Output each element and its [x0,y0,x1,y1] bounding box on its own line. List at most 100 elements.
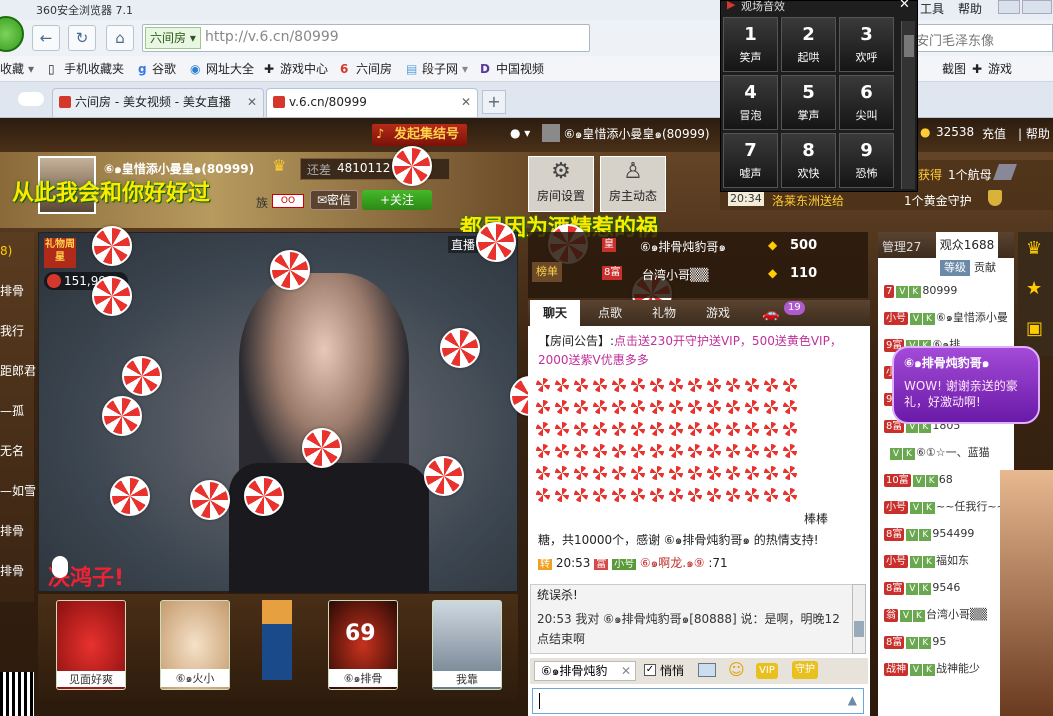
search-input[interactable]: 天安门毛泽东像 [900,24,1053,52]
audience-row[interactable]: V K ⑥①☆一、蓝猫 [884,444,1010,462]
microphone-icon[interactable] [52,556,68,578]
close-icon[interactable]: ✕ [899,0,910,12]
rank-name[interactable]: 台湾小哥▒▒ [642,266,708,283]
audience-row[interactable]: 8富 V K 95 [884,633,1010,651]
audience-row[interactable]: 10富 V K 68 [884,471,1010,489]
chevron-up-icon[interactable]: ▲ [848,693,857,707]
audience-row[interactable]: 8富 V K 954499 [884,525,1010,543]
new-tab-button[interactable]: + [482,90,506,114]
audience-row[interactable]: 7 V K 80999 [884,282,1010,300]
close-icon[interactable]: ✕ [461,89,471,116]
sound-key-3[interactable]: 3 欢呼 [839,17,894,72]
bookmark-google[interactable]: 谷歌 [152,61,176,77]
emoji-icon[interactable]: ☺ [728,660,745,679]
tab-admins[interactable]: 管理27 [882,238,921,255]
left-list-item[interactable]: 排骨 [0,282,24,299]
menu-help[interactable]: 帮助 [958,0,982,17]
bookmark-jokes[interactable]: 段子网 [422,61,458,77]
audience-row[interactable]: 8富 V K 9546 [884,579,1010,597]
gift-item[interactable]: ⑥๑火小 [160,600,230,690]
left-list-item[interactable]: —如雪 [0,482,36,499]
tab-room[interactable]: v.6.cn/80999 ✕ [266,88,478,117]
left-list-item[interactable]: 距郎君 [0,362,36,379]
sound-key-8[interactable]: 8 欢快 [781,133,836,188]
gift-item[interactable]: 我靠 [432,600,502,690]
sound-key-1[interactable]: 1 笑声 [723,17,778,72]
room-settings-button[interactable]: ⚙ 房间设置 [528,156,594,212]
guard-icon[interactable]: 守护 [792,661,818,679]
sound-key-7[interactable]: 7 嘘声 [723,133,778,188]
chat-target-select[interactable]: ⑥๑排骨炖豹 ✕ [534,661,636,681]
maximize-button[interactable] [1022,0,1052,14]
scrollbar-thumb[interactable] [904,35,914,57]
games-button[interactable]: 游戏 [988,61,1012,77]
subtab-level[interactable]: 等级 [940,260,970,276]
image-icon[interactable] [698,663,716,677]
sound-key-9[interactable]: 9 恐怖 [839,133,894,188]
back-button[interactable]: ← [32,25,60,51]
tab-audience[interactable]: 观众1688 [936,232,998,258]
bookmark-mobile[interactable]: 手机收藏夹 [64,61,124,77]
audience-row[interactable]: 小号 V K ~~任我行~~ [884,498,1010,516]
whisper-checkbox[interactable]: ✓ [644,664,656,676]
close-icon[interactable]: ✕ [247,89,257,116]
gift-item[interactable]: 69 ⑥๑排骨 [328,600,398,690]
site-badge[interactable]: 六间房 ▾ [145,27,201,49]
bookmark-games[interactable]: 游戏中心 [280,61,328,77]
left-list-item[interactable]: 排骨 [0,562,24,579]
gift-icon[interactable]: ▣ [1026,318,1043,339]
sound-key-5[interactable]: 5 掌声 [781,75,836,130]
bookmark-6rooms[interactable]: 六间房 [356,61,392,77]
minimize-button[interactable] [998,0,1020,14]
sound-scrollbar[interactable] [901,21,915,189]
gift-item[interactable]: 见面好爽 [56,600,126,690]
chat-line-name[interactable]: ⑥๑啊龙.๑⑨ [640,556,705,570]
gift-star-badge[interactable]: 礼物周星 [44,238,76,268]
forward-icon[interactable]: 转 [538,559,552,570]
qr-code-icon[interactable] [0,672,34,716]
host-news-button[interactable]: ♙ 房主动态 [600,156,666,212]
gather-button[interactable]: ♪ 发起集结号 [372,124,468,146]
message-button[interactable]: ✉密信 [310,190,358,210]
vip-icon[interactable]: VIP [756,663,778,679]
left-list-item[interactable]: 我行 [0,322,24,339]
sound-key-4[interactable]: 4 冒泡 [723,75,778,130]
home-button[interactable]: ⌂ [106,25,134,51]
left-list-item[interactable]: 8) [0,244,12,258]
help-link[interactable]: | 帮助 [1018,125,1050,142]
settings-dot-icon[interactable]: ● ▾ [510,126,530,140]
audience-row[interactable]: 小号 V K ⑥๑皇惜添小曼 [884,309,1010,327]
audience-row[interactable]: 翁 V K 台湾小哥▒▒ [884,606,1010,624]
rank-tab[interactable]: 榜单 [532,262,562,282]
close-icon[interactable]: ✕ [621,662,631,680]
tab-gifts[interactable]: 礼物 [638,300,690,326]
tab-songs[interactable]: 点歌 [584,300,636,326]
rank-name[interactable]: ⑥๑排骨炖豹哥๑ [640,238,726,257]
refresh-button[interactable]: ↻ [68,25,96,51]
audience-row[interactable]: 战神 V K 战神能少 [884,660,1010,678]
bookmark-cnvideo[interactable]: 中国视频 [496,61,544,77]
scrollbar-thumb[interactable] [854,621,864,637]
left-list-item[interactable]: —孤 [0,402,24,419]
sound-key-6[interactable]: 6 尖叫 [839,75,894,130]
screenshot-button[interactable]: 截图 [942,61,966,77]
star-icon[interactable]: ★ [1026,278,1042,299]
tab-6rooms-home[interactable]: 六间房 - 美女视频 - 美女直播 ✕ [52,88,264,117]
current-user-name[interactable]: ⑥๑皇惜添小曼皇๑(80999) [564,125,710,144]
bookmark-favorites[interactable]: 收藏 [0,61,24,77]
address-bar[interactable]: 六间房 ▾ http://v.6.cn/80999 [142,24,590,52]
left-list-item[interactable]: 排骨 [0,522,24,539]
left-list-item[interactable]: 无名 [0,442,24,459]
audience-row[interactable]: 小号 V K 福如东 [884,552,1010,570]
avatar[interactable] [542,124,560,142]
menu-tools[interactable]: 工具 [920,0,944,17]
chat-scrollbar[interactable] [852,584,866,654]
tab-games[interactable]: 游戏 [692,300,744,326]
avatar-figure[interactable] [262,600,292,680]
cloud-icon[interactable] [18,92,44,106]
car-icon[interactable]: 🚗 [762,306,779,322]
tab-chat[interactable]: 聊天 [530,300,580,326]
crown-icon[interactable]: ♛ [1026,238,1042,259]
follow-button[interactable]: +关注 [362,190,432,210]
chat-input[interactable]: ▲ [532,688,864,714]
